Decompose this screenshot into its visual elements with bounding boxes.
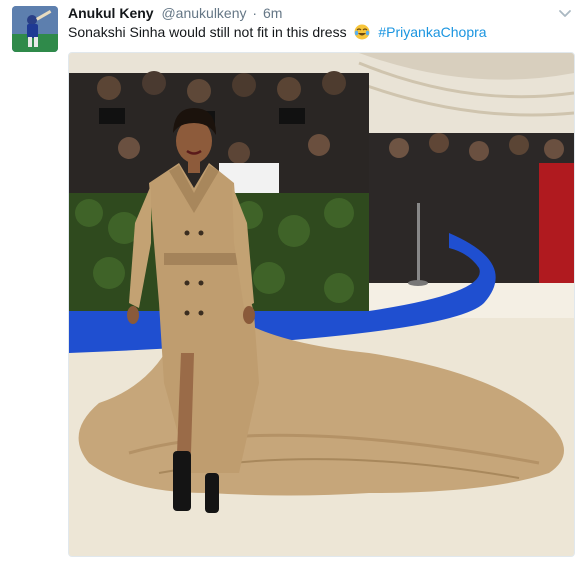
face-with-tears-of-joy-icon: [354, 24, 370, 40]
photo-illustration: [69, 53, 574, 556]
tweet-text: Sonakshi Sinha would still not fit in th…: [68, 22, 487, 42]
tweet-header: Anukul Keny @anukulkeny · 6m: [68, 4, 282, 22]
display-name[interactable]: Anukul Keny: [68, 5, 154, 21]
avatar-image: [12, 6, 58, 52]
hashtag-link[interactable]: #PriyankaChopra: [378, 24, 486, 40]
avatar[interactable]: [12, 6, 58, 52]
tweet-card[interactable]: Anukul Keny @anukulkeny · 6m Sonakshi Si…: [0, 0, 582, 569]
chevron-down-icon[interactable]: [558, 6, 572, 20]
user-handle[interactable]: @anukulkeny: [161, 5, 246, 21]
separator-dot: ·: [252, 5, 258, 21]
tweet-body: Sonakshi Sinha would still not fit in th…: [68, 24, 347, 40]
timestamp[interactable]: 6m: [263, 5, 282, 21]
tweet-photo[interactable]: [68, 52, 575, 557]
